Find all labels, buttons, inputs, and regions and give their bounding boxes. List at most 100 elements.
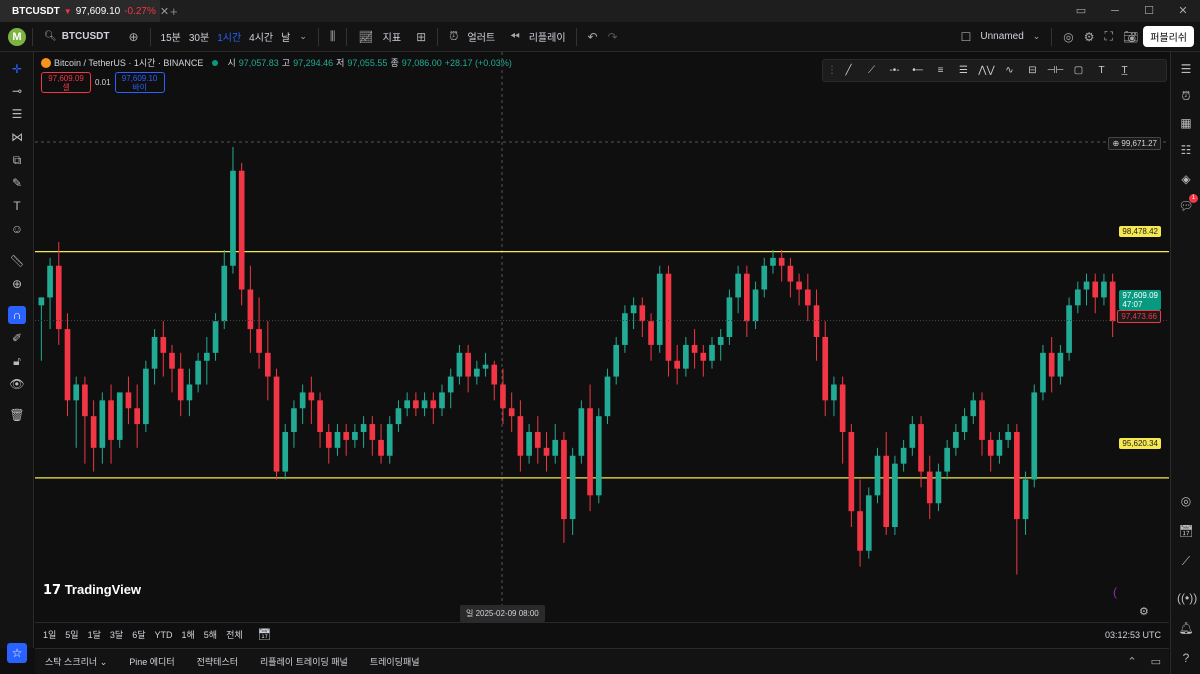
alert-clock-icon[interactable]: ⏰︎ bbox=[444, 29, 463, 44]
channel-icon[interactable]: ☰ bbox=[8, 105, 26, 123]
quick-search-icon[interactable]: ◎ bbox=[1058, 30, 1078, 44]
range-5y[interactable]: 5해 bbox=[204, 628, 217, 641]
stock-screener-tab[interactable]: 스탁 스크리너 ⌄ bbox=[45, 655, 107, 668]
interval-1h[interactable]: 1시간 bbox=[213, 29, 245, 44]
rectangle-icon[interactable]: ▢ bbox=[1069, 65, 1088, 76]
watchlist-star-icon[interactable]: ☆ bbox=[7, 643, 27, 663]
sell-button[interactable]: 97,609.09 셀 bbox=[41, 72, 91, 93]
target-icon[interactable]: ◎ bbox=[1177, 492, 1195, 510]
drag-handle-icon[interactable]: ⋮ bbox=[827, 65, 837, 76]
avatar[interactable]: M bbox=[8, 27, 26, 46]
range-1y[interactable]: 1해 bbox=[181, 628, 194, 641]
long-position-icon[interactable]: ⊟ bbox=[1023, 65, 1042, 76]
watchlist-icon[interactable]: ☰ bbox=[1177, 60, 1195, 78]
maximize-button[interactable]: ☐ bbox=[1132, 0, 1166, 22]
zoom-in-icon[interactable]: ⊕ bbox=[8, 275, 26, 293]
elliott-wave-icon[interactable]: ∿ bbox=[1000, 65, 1019, 76]
brush-icon[interactable]: ✎ bbox=[8, 174, 26, 192]
help-icon[interactable]: ? bbox=[1177, 649, 1195, 667]
trash-icon[interactable]: 🗑︎ bbox=[8, 406, 26, 424]
lock-icon[interactable]: 🔓︎ bbox=[8, 352, 26, 370]
strategy-tester-tab[interactable]: 전략테스터 bbox=[197, 655, 238, 668]
fullscreen-icon[interactable]: ⛶ bbox=[1100, 29, 1118, 44]
calendar-icon[interactable]: 📅︎ bbox=[1177, 522, 1195, 540]
camera-icon[interactable]: 📷︎ bbox=[1118, 30, 1143, 44]
text-tool-icon[interactable]: T bbox=[8, 197, 26, 215]
ray-icon[interactable]: ⟋ bbox=[862, 65, 881, 76]
visibility-eye-icon[interactable]: 👁︎ bbox=[8, 375, 26, 393]
replay-icon[interactable]: ⏪︎ bbox=[505, 29, 525, 44]
redo-icon[interactable]: ↷ bbox=[603, 30, 623, 44]
range-ytd[interactable]: YTD bbox=[154, 630, 172, 640]
layout-checkbox-icon[interactable]: ☐ bbox=[956, 30, 977, 44]
stay-in-drawing-mode-icon[interactable]: ✐ bbox=[8, 329, 26, 347]
browser-tab[interactable]: BTCUSDT ▼ 97,609.10 -0.27% ✕ bbox=[0, 0, 169, 22]
parallel-channel-icon[interactable]: ≡ bbox=[931, 65, 950, 76]
ruler-icon[interactable]: 📏︎ bbox=[8, 252, 26, 270]
chat-icon[interactable]: 💬︎ 1 bbox=[1177, 194, 1198, 215]
trend-line-icon[interactable]: ╱ bbox=[839, 65, 858, 76]
broadcast-icon[interactable]: ((•)) bbox=[1177, 589, 1197, 607]
chevron-down-icon[interactable]: ⌄ bbox=[294, 31, 312, 42]
pattern-icon[interactable]: ⋈ bbox=[8, 128, 26, 146]
maximize-panel-icon[interactable]: ▭ bbox=[1151, 655, 1161, 668]
calendar-list-icon[interactable]: ☷ bbox=[1177, 141, 1195, 159]
range-3m[interactable]: 3달 bbox=[110, 628, 123, 641]
symbol-search-button[interactable]: BTCUSDT bbox=[58, 31, 114, 42]
replay-trading-panel-tab[interactable]: 리플레이 트레이딩 패널 bbox=[260, 655, 348, 668]
ideas-icon[interactable]: ⟋ bbox=[1177, 552, 1195, 570]
undo-icon[interactable]: ↶ bbox=[583, 30, 603, 44]
close-window-button[interactable]: ✕ bbox=[1166, 0, 1200, 22]
goto-date-icon[interactable]: 📅︎ bbox=[258, 628, 272, 641]
range-6m[interactable]: 6달 bbox=[132, 628, 145, 641]
replay-button[interactable]: 리플레이 bbox=[525, 29, 570, 44]
range-all[interactable]: 전체 bbox=[226, 628, 243, 641]
range-1m[interactable]: 1달 bbox=[88, 628, 101, 641]
emoji-icon[interactable]: ☺ bbox=[8, 220, 26, 238]
interval-30m[interactable]: 30분 bbox=[185, 29, 213, 44]
xabcd-pattern-icon[interactable]: ⋀⋁ bbox=[977, 65, 996, 76]
indicators-button[interactable]: 지표 bbox=[379, 29, 405, 44]
alerts-clock-icon[interactable]: ⏰︎ bbox=[1177, 87, 1195, 105]
search-icon[interactable]: 🔍︎ bbox=[39, 31, 58, 42]
utc-clock[interactable]: 03:12:53 UTC bbox=[1105, 630, 1161, 640]
trading-panel-tab[interactable]: 트레이딩패널 bbox=[370, 655, 420, 668]
pine-editor-tab[interactable]: Pine 에디터 bbox=[129, 655, 174, 668]
layout-name-button[interactable]: Unnamed bbox=[976, 31, 1027, 42]
crosshair-icon[interactable]: ✛ bbox=[8, 60, 26, 78]
legend-title[interactable]: Bitcoin / TetherUS · 1시간 · BINANCE bbox=[54, 56, 203, 69]
horizontal-line-icon[interactable]: •─ bbox=[908, 65, 927, 76]
magnet-icon[interactable]: ∩ bbox=[8, 306, 26, 324]
chart-settings-gear-icon[interactable]: ⚙︎ bbox=[1139, 605, 1149, 618]
templates-grid-icon[interactable]: ⊞ bbox=[411, 30, 431, 44]
text-icon[interactable]: T bbox=[1092, 65, 1111, 76]
minimize-button[interactable]: ─ bbox=[1098, 0, 1132, 22]
publish-button[interactable]: 퍼블리쉬 bbox=[1143, 26, 1194, 47]
buy-button[interactable]: 97,609.10 바이 bbox=[114, 72, 165, 93]
text-format-icon[interactable]: T̲ bbox=[1115, 65, 1134, 76]
date-range-icon[interactable]: ⊣⊢ bbox=[1046, 65, 1065, 76]
notifications-bell-icon[interactable]: 🔔︎ bbox=[1177, 619, 1195, 637]
horizontal-ray-icon[interactable]: -•- bbox=[885, 65, 904, 76]
alerts-button[interactable]: 얼러트 bbox=[464, 29, 500, 44]
fib-retracement-icon[interactable]: ☰ bbox=[954, 65, 973, 76]
object-tree-icon[interactable]: ▦ bbox=[1177, 114, 1195, 132]
compare-add-icon[interactable]: ⊕ bbox=[123, 30, 143, 44]
horizontal-line-icon[interactable]: ⊸ bbox=[8, 82, 26, 100]
new-tab-button[interactable]: + bbox=[160, 4, 188, 19]
chevron-down-icon[interactable]: ⌄ bbox=[1028, 31, 1046, 42]
range-5d[interactable]: 5일 bbox=[65, 628, 78, 641]
interval-4h[interactable]: 4시간 bbox=[245, 29, 277, 44]
settings-gear-icon[interactable]: ⚙︎ bbox=[1079, 30, 1100, 44]
window-layout-button[interactable]: ▭ bbox=[1064, 0, 1098, 22]
interval-day[interactable]: 날 bbox=[277, 29, 294, 44]
range-1d[interactable]: 1일 bbox=[43, 628, 56, 641]
projection-icon[interactable]: ⧉ bbox=[8, 151, 26, 169]
price-chart[interactable] bbox=[35, 52, 1169, 622]
layers-icon[interactable]: ◈ bbox=[1177, 170, 1195, 188]
indicators-icon[interactable]: 📈︎ bbox=[353, 30, 378, 44]
chevron-up-icon[interactable]: ⌃ bbox=[1127, 655, 1136, 668]
candle-type-icon[interactable]: ⫼ bbox=[325, 29, 341, 44]
chart-pane[interactable]: Bitcoin / TetherUS · 1시간 · BINANCE 시 97,0… bbox=[35, 52, 1169, 622]
interval-15m[interactable]: 15분 bbox=[157, 29, 185, 44]
